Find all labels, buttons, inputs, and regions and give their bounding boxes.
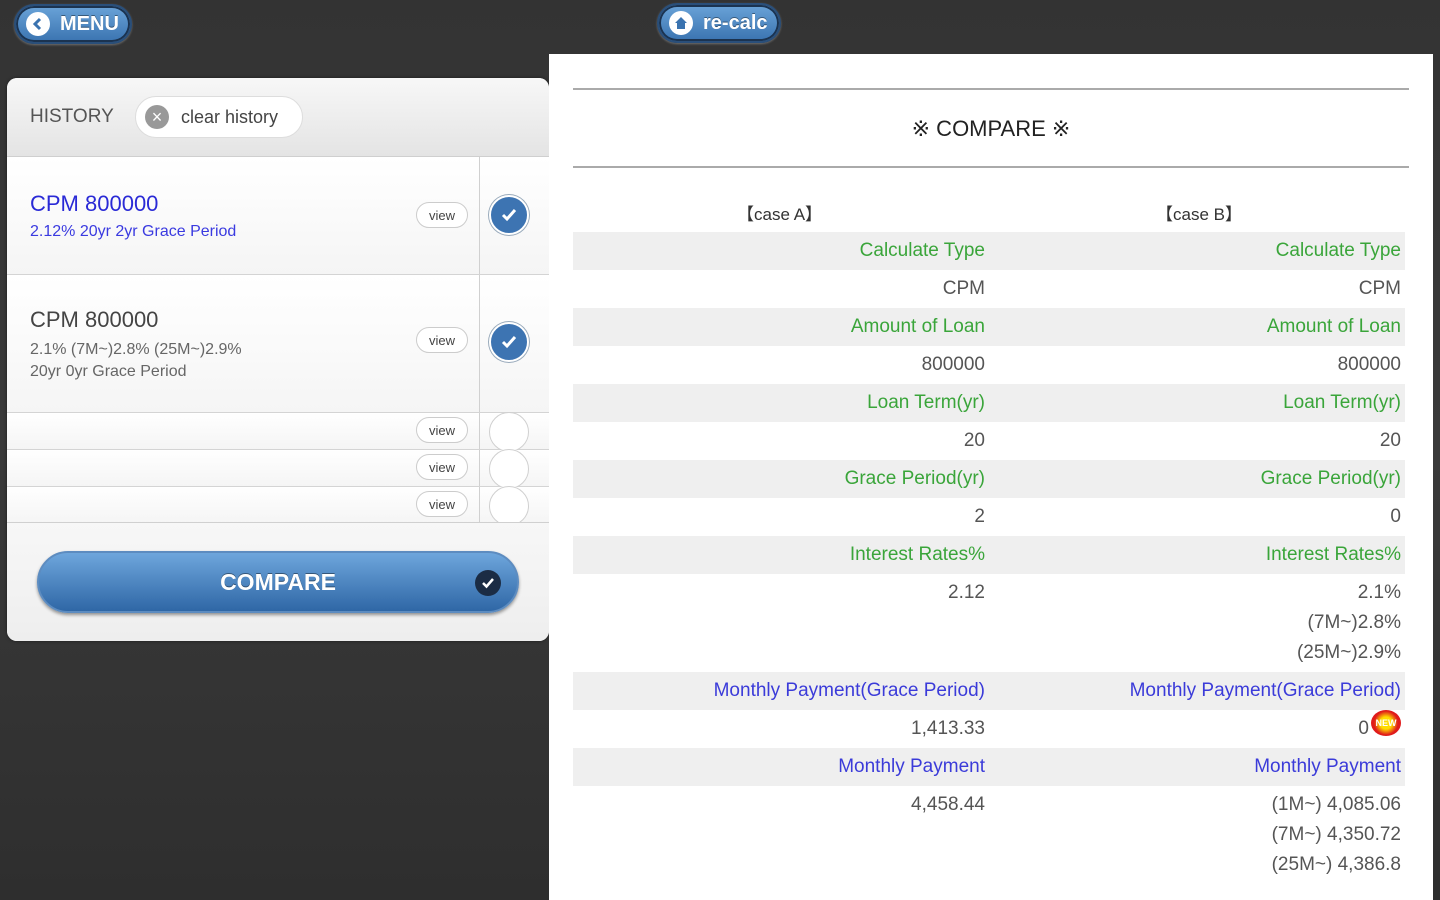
history-item[interactable]: CPM 800000 2.1% (7M~)2.8% (25M~)2.9% 20y… <box>7 275 549 413</box>
compare-title: ※ COMPARE ※ <box>911 116 1071 141</box>
compare-table: Calculate Type Calculate Type CPM CPM Am… <box>573 232 1405 884</box>
compare-button[interactable]: COMPARE <box>37 551 519 613</box>
grace-label-b: Grace Period(yr) <box>1260 468 1401 489</box>
row-value: 2.12 2.1% (7M~)2.8% (25M~)2.9% <box>573 574 1405 672</box>
history-item[interactable]: CPM 800000 2.12% 20yr 2yr Grace Period v… <box>7 157 549 275</box>
checkbox-checked[interactable] <box>489 322 529 362</box>
checkmark-icon <box>501 209 517 222</box>
checkmark-icon <box>475 570 501 596</box>
view-button[interactable]: view <box>416 327 468 353</box>
history-item-empty[interactable]: view <box>7 449 549 489</box>
row-header: Amount of Loan Amount of Loan <box>573 308 1405 346</box>
compare-area: COMPARE <box>7 522 549 641</box>
history-panel: HISTORY × clear history CPM 800000 2.12%… <box>7 78 549 641</box>
monthly-grace-a: 1,413.33 <box>911 718 985 739</box>
case-a-label: 【case A】 <box>737 205 823 224</box>
row-value: CPM CPM <box>573 270 1405 308</box>
term-label-a: Loan Term(yr) <box>867 392 985 413</box>
monthly-b-1: (1M~) 4,085.06 <box>1271 794 1401 815</box>
row-value: 1,413.33 0 NEW <box>573 710 1405 748</box>
new-badge-icon: NEW <box>1371 710 1401 736</box>
grace-b: 0 <box>1390 506 1401 527</box>
compare-panel: ※ COMPARE ※ 【case A】 【case B】 Calculate … <box>549 54 1433 900</box>
row-header: Monthly Payment(Grace Period) Monthly Pa… <box>573 672 1405 710</box>
history-item-detail-2: 20yr 0yr Grace Period <box>30 363 187 380</box>
view-button[interactable]: view <box>416 202 468 228</box>
calc-type-label-a: Calculate Type <box>859 240 985 261</box>
rates-b-1: 2.1% <box>1357 582 1401 603</box>
rates-b-2: (7M~)2.8% <box>1307 612 1401 633</box>
close-icon: × <box>145 105 169 129</box>
history-item-empty[interactable]: view <box>7 486 549 526</box>
monthly-b-3: (25M~) 4,386.8 <box>1271 854 1401 875</box>
divider <box>573 166 1409 168</box>
history-item-title: CPM 800000 <box>30 191 159 216</box>
checkbox-unchecked[interactable] <box>489 449 529 489</box>
term-b: 20 <box>1379 430 1401 451</box>
amount-label-b: Amount of Loan <box>1266 316 1401 337</box>
view-button[interactable]: view <box>416 454 468 480</box>
row-value: 2 0 <box>573 498 1405 536</box>
term-a: 20 <box>963 430 985 451</box>
history-item-detail: 2.1% (7M~)2.8% (25M~)2.9% <box>30 341 242 358</box>
rates-label-b: Interest Rates% <box>1265 544 1401 565</box>
checkbox-checked[interactable] <box>489 195 529 235</box>
checkbox-unchecked[interactable] <box>489 412 529 452</box>
term-label-b: Loan Term(yr) <box>1283 392 1401 413</box>
rates-a: 2.12 <box>948 582 985 603</box>
history-item-title: CPM 800000 <box>30 307 159 332</box>
row-value: 20 20 <box>573 422 1405 460</box>
home-icon <box>669 11 693 35</box>
calc-type-a: CPM <box>942 278 985 299</box>
checkmark-icon <box>501 336 517 349</box>
monthly-grace-b: 0 <box>1358 718 1369 739</box>
monthly-label-b: Monthly Payment <box>1254 756 1401 777</box>
history-title: HISTORY <box>30 106 114 127</box>
clear-history-label: clear history <box>181 106 279 127</box>
clear-history-button[interactable]: × clear history <box>135 96 303 138</box>
history-header: HISTORY × clear history <box>7 78 549 157</box>
rates-b: 2.1% (7M~)2.8% (25M~)2.9% <box>989 574 1405 672</box>
row-header: Grace Period(yr) Grace Period(yr) <box>573 460 1405 498</box>
monthly-grace-label-a: Monthly Payment(Grace Period) <box>713 680 985 701</box>
recalc-label: re-calc <box>703 11 768 34</box>
case-b-label: 【case B】 <box>1156 205 1242 224</box>
chevron-left-icon <box>26 12 50 36</box>
grace-label-a: Grace Period(yr) <box>844 468 985 489</box>
row-value: 800000 800000 <box>573 346 1405 384</box>
calc-type-label-b: Calculate Type <box>1275 240 1401 261</box>
row-value: 4,458.44 (1M~) 4,085.06 (7M~) 4,350.72 (… <box>573 786 1405 884</box>
amount-label-a: Amount of Loan <box>850 316 985 337</box>
monthly-a: 4,458.44 <box>911 794 985 815</box>
calc-type-b: CPM <box>1358 278 1401 299</box>
view-button[interactable]: view <box>416 491 468 517</box>
row-header: Interest Rates% Interest Rates% <box>573 536 1405 574</box>
rates-label-a: Interest Rates% <box>849 544 985 565</box>
history-item-detail: 2.12% 20yr 2yr Grace Period <box>30 223 237 240</box>
history-item-empty[interactable]: view <box>7 412 549 452</box>
grace-a: 2 <box>974 506 985 527</box>
menu-button[interactable]: MENU <box>14 4 132 44</box>
compare-label: COMPARE <box>220 568 336 595</box>
monthly-grace-label-b: Monthly Payment(Grace Period) <box>1129 680 1401 701</box>
view-button[interactable]: view <box>416 417 468 443</box>
row-header: Monthly Payment Monthly Payment <box>573 748 1405 786</box>
amount-a: 800000 <box>921 354 985 375</box>
monthly-b: (1M~) 4,085.06 (7M~) 4,350.72 (25M~) 4,3… <box>989 786 1405 884</box>
monthly-label-a: Monthly Payment <box>838 756 985 777</box>
row-header: Calculate Type Calculate Type <box>573 232 1405 270</box>
recalc-button[interactable]: re-calc <box>657 3 781 43</box>
divider <box>573 88 1409 90</box>
row-header: Loan Term(yr) Loan Term(yr) <box>573 384 1405 422</box>
checkbox-unchecked[interactable] <box>489 486 529 526</box>
menu-label: MENU <box>60 12 119 35</box>
monthly-b-2: (7M~) 4,350.72 <box>1271 824 1401 845</box>
monthly-grace-b-cell: 0 NEW <box>989 710 1405 748</box>
amount-b: 800000 <box>1337 354 1401 375</box>
rates-b-3: (25M~)2.9% <box>1296 642 1401 663</box>
